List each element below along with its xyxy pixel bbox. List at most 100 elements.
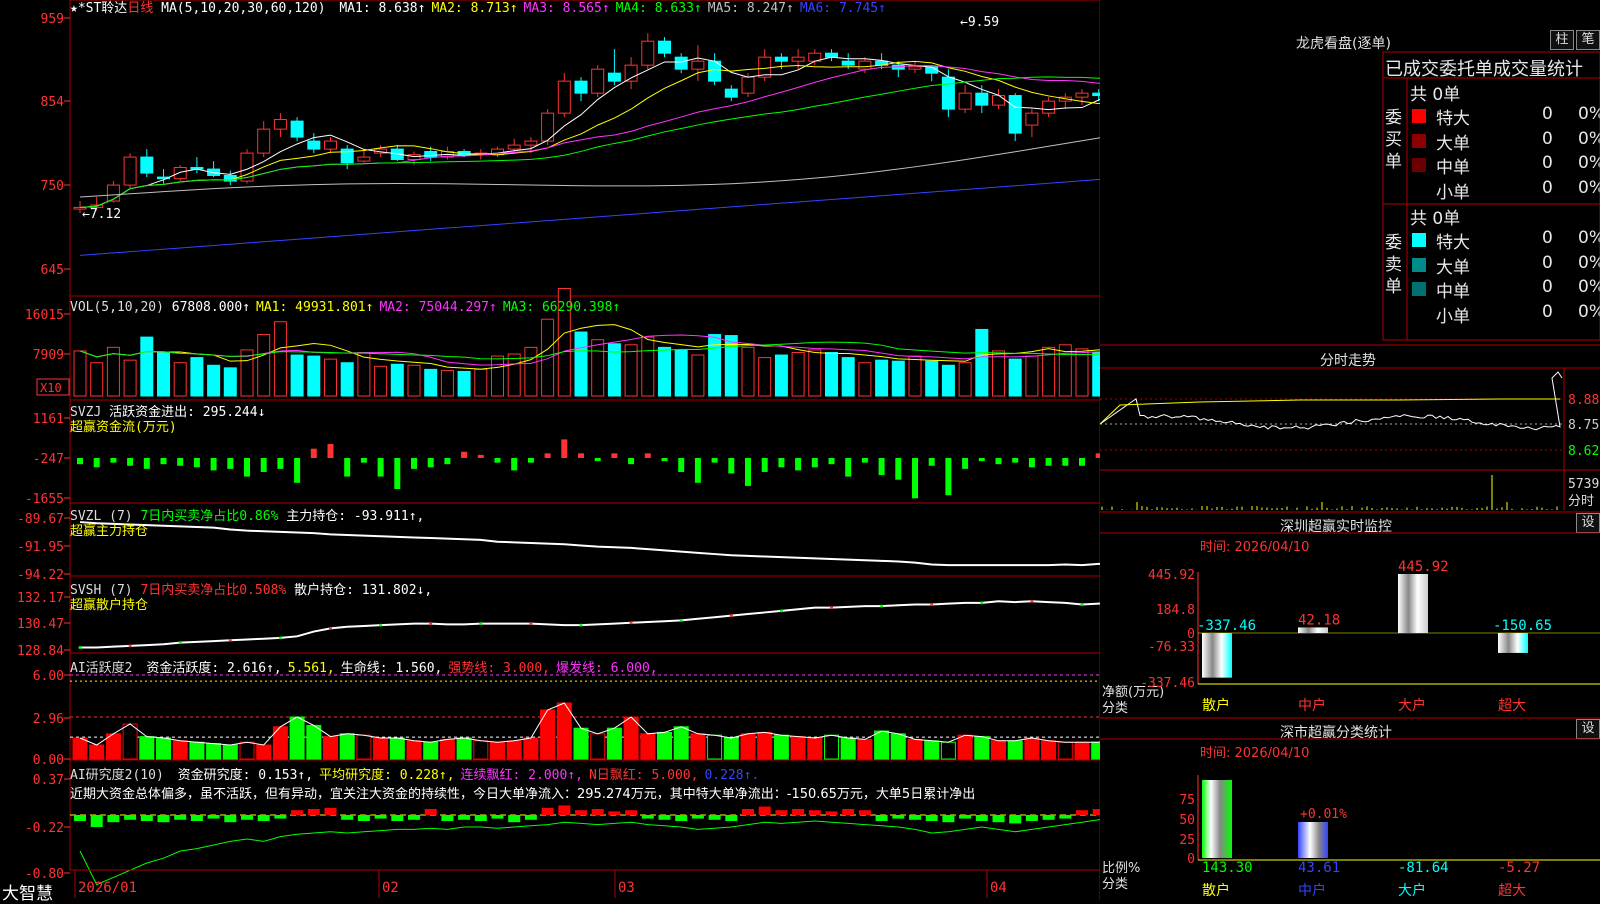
research-bar — [542, 808, 554, 815]
active-bar — [791, 737, 805, 759]
x-label-1: 02 — [382, 880, 399, 896]
fund-flow-bar — [645, 453, 651, 458]
order-pct-1: 0% — [1578, 253, 1600, 273]
active-bar — [841, 738, 855, 759]
fund-flow-bar — [929, 458, 935, 466]
active-bar — [1075, 742, 1089, 759]
kline-chart-area[interactable]: 959 854 750 645 16015 7909 X10 1161 -247 -1655 -89… — [0, 0, 1100, 900]
fund-flow-bar — [712, 458, 718, 463]
svzl-value: 主力持仓: -93.911↑, — [286, 509, 424, 524]
ai-research-item-3: N日飘红: 5.000, — [589, 768, 698, 783]
volume-bar — [74, 351, 86, 396]
fund-flow-bar — [678, 458, 684, 472]
ai-active-item-1: 5.561, — [288, 661, 335, 676]
active-bar — [140, 737, 154, 759]
retail-dot — [279, 636, 282, 639]
app-logo: 大智慧 — [2, 879, 53, 904]
fund-flow-bar — [428, 458, 434, 467]
research-bar — [742, 809, 754, 815]
ai-research-title[interactable]: AI研究度2(10) — [70, 768, 164, 783]
bar-mode-button[interactable]: 柱 — [1550, 30, 1574, 50]
volume-bar — [926, 361, 938, 396]
research-bar — [341, 815, 353, 820]
candle-body — [842, 61, 854, 65]
buy-total: 共 0单 — [1410, 80, 1460, 105]
research-bar — [1026, 815, 1038, 821]
svzj-title[interactable]: SVZJ — [70, 405, 101, 420]
research-bar — [976, 815, 988, 821]
fund-flow-bar — [344, 458, 350, 477]
stroke-mode-button[interactable]: 笔 — [1576, 30, 1600, 50]
svsh-title[interactable]: SVSH (7) — [70, 583, 133, 598]
ai-active-title[interactable]: AI活跃度2 — [70, 661, 132, 676]
svzl-header: SVZL (7) 7日内买卖净占比0.86% 主力持仓: -93.911↑, — [70, 509, 424, 525]
volume-bar — [826, 352, 838, 396]
vol-title[interactable]: VOL(5,10,20) — [70, 300, 164, 315]
research-bar — [1059, 815, 1071, 819]
candle-body — [575, 81, 587, 93]
active-bar — [641, 734, 655, 759]
ma-line-5 — [80, 114, 1100, 197]
order-swatch-1 — [1412, 258, 1426, 272]
order-count-0: 0 — [1542, 104, 1553, 124]
monitor-settings-button[interactable]: 设 — [1576, 513, 1600, 533]
fund-flow-bar — [745, 458, 751, 486]
volume-bar — [842, 358, 854, 396]
order-swatch-2 — [1412, 158, 1426, 172]
vol-header: VOL(5,10,20) 67808.000↑ MA1: 49931.801↑ MA… — [70, 300, 620, 316]
period-label[interactable]: 日线 — [127, 1, 153, 16]
svzl-title[interactable]: SVZL (7) — [70, 509, 133, 524]
candle-body — [942, 77, 954, 109]
research-bar — [826, 811, 838, 815]
research-line — [80, 815, 1100, 885]
active-bar — [557, 703, 571, 759]
vol-ma-line-1 — [80, 325, 1100, 370]
volume-bar — [976, 329, 988, 396]
research-bar — [926, 815, 938, 821]
volume-bar — [659, 347, 671, 396]
fund-flow-bar — [478, 455, 484, 458]
volume-bar — [692, 355, 704, 396]
active-bar — [457, 738, 471, 759]
tiger-title: 龙虎看盘(逐单) — [1296, 33, 1391, 53]
research-bar — [375, 815, 387, 819]
retail-dot — [529, 622, 532, 625]
volume-bar — [542, 319, 554, 396]
svsh-tick-2: 128.84 — [17, 644, 64, 659]
fund-flow-bar — [211, 458, 217, 470]
ai-research-item-1: 平均研究度: 0.228↑, — [319, 768, 454, 783]
active-bar — [1092, 742, 1100, 759]
fund-flow-bar — [895, 458, 901, 480]
monitor-time: 时间: 2026/04/10 — [1200, 536, 1309, 555]
volume-bar — [642, 337, 654, 396]
research-bar — [659, 815, 671, 820]
fund-flow-bar — [161, 458, 167, 464]
volume-bar — [274, 322, 286, 396]
volume-bar — [341, 363, 353, 396]
classify-settings-button[interactable]: 设 — [1576, 719, 1600, 739]
order-pct-2: 0% — [1578, 277, 1600, 297]
stock-name[interactable]: ★*ST聆达 — [70, 1, 127, 16]
svzj-value: 活跃资金进出: 295.244↓ — [109, 405, 265, 420]
svsh-pct: 7日内买卖净占比0.508% — [140, 583, 286, 598]
active-bar — [774, 735, 788, 759]
research-bar — [1093, 809, 1100, 815]
high-marker: ←9.59 — [960, 15, 999, 30]
volume-bar — [492, 356, 504, 396]
svzj-tick-0: 1161 — [33, 412, 64, 427]
volume-bar — [742, 347, 754, 396]
research-bar — [993, 815, 1005, 822]
svzl-sub: 超赢主力持仓 — [70, 524, 148, 540]
active-bar — [891, 734, 905, 759]
ma-legend-item-4: MA5: 8.247↑ — [708, 1, 794, 16]
retail-dot — [630, 621, 633, 624]
ai-active-item-4: 爆发线: 6.000, — [556, 661, 658, 676]
active-bar — [1008, 741, 1022, 759]
candle-body — [325, 141, 337, 149]
fund-flow-bar — [444, 458, 450, 464]
candle-body — [909, 67, 921, 69]
x-label-0: 2026/01 — [78, 880, 137, 896]
retail-dot — [980, 601, 983, 604]
fund-flow-bar — [862, 458, 868, 463]
research-bar — [725, 815, 737, 821]
